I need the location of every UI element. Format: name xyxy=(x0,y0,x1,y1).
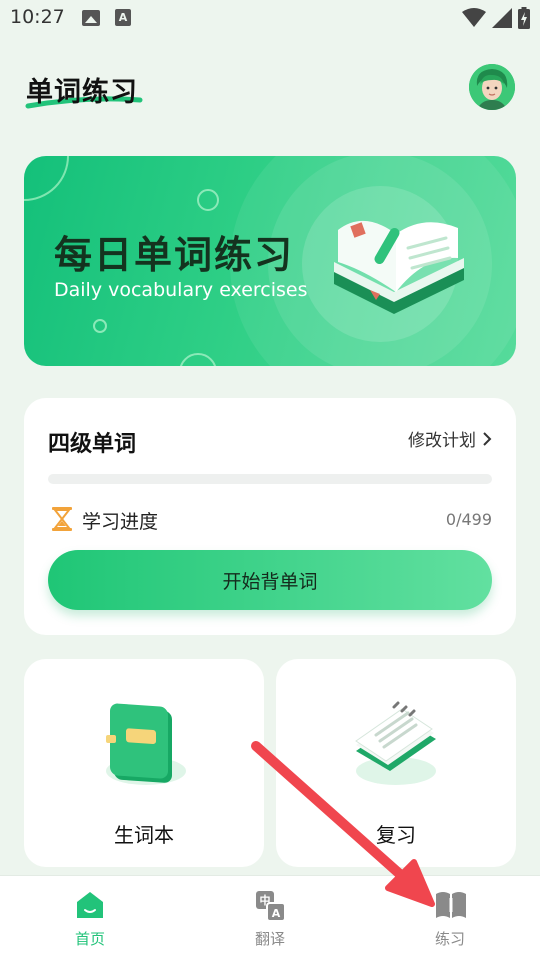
card-title: 四级单词 xyxy=(48,432,137,457)
svg-text:中: 中 xyxy=(260,893,271,907)
nav-label-practice: 练习 xyxy=(434,930,465,948)
translate-icon: 中 A xyxy=(256,891,286,922)
start-memorizing-button[interactable]: 开始背单词 xyxy=(48,550,492,610)
nav-item-practice[interactable]: 练习 xyxy=(395,890,505,954)
open-book-icon xyxy=(334,220,464,314)
notebook-label: 生词本 xyxy=(114,823,174,847)
signal-icon xyxy=(492,8,512,28)
hourglass-icon xyxy=(52,507,72,531)
review-card[interactable]: 复习 xyxy=(276,659,516,867)
svg-text:A: A xyxy=(272,907,281,920)
progress-label: 学习进度 xyxy=(82,511,159,533)
banner-title: 每日单词练习 xyxy=(54,233,295,277)
review-label: 复习 xyxy=(376,823,416,847)
battery-icon xyxy=(518,7,530,29)
bottom-navigation: 首页 中 A 翻译 练习 xyxy=(0,876,540,960)
image-icon xyxy=(82,10,100,26)
progress-count: 0/499 xyxy=(445,510,492,529)
progress-bar xyxy=(48,474,492,484)
progress-row: 学习进度 0/499 xyxy=(48,504,492,534)
nav-label-home: 首页 xyxy=(74,930,105,948)
avatar[interactable] xyxy=(469,64,515,110)
font-icon: A xyxy=(115,9,131,26)
notebook-icon xyxy=(106,703,186,785)
nav-item-translate[interactable]: 中 A 翻译 xyxy=(215,890,325,954)
practice-book-icon xyxy=(436,892,466,918)
status-bar: 10:27 A xyxy=(0,0,540,36)
status-icons xyxy=(462,7,530,29)
nav-item-home[interactable]: 首页 xyxy=(35,890,145,954)
vocabulary-plan-card: 四级单词 修改计划 学习进度 0/499 开始背单词 xyxy=(24,398,516,635)
banner-subtitle: Daily vocabulary exercises xyxy=(54,279,308,301)
page-title: 单词练习 xyxy=(26,77,138,108)
edit-plan-label: 修改计划 xyxy=(408,431,476,451)
nav-label-translate: 翻译 xyxy=(254,930,285,948)
notepad-icon xyxy=(355,701,436,785)
vocabulary-notebook-card[interactable]: 生词本 xyxy=(24,659,264,867)
chevron-right-icon xyxy=(483,431,492,446)
edit-plan-link[interactable]: 修改计划 xyxy=(408,426,494,451)
home-icon xyxy=(77,892,103,918)
wifi-icon xyxy=(462,8,486,27)
daily-practice-banner[interactable]: 每日单词练习 Daily vocabulary exercises xyxy=(24,156,516,366)
status-time: 10:27 xyxy=(10,6,65,28)
